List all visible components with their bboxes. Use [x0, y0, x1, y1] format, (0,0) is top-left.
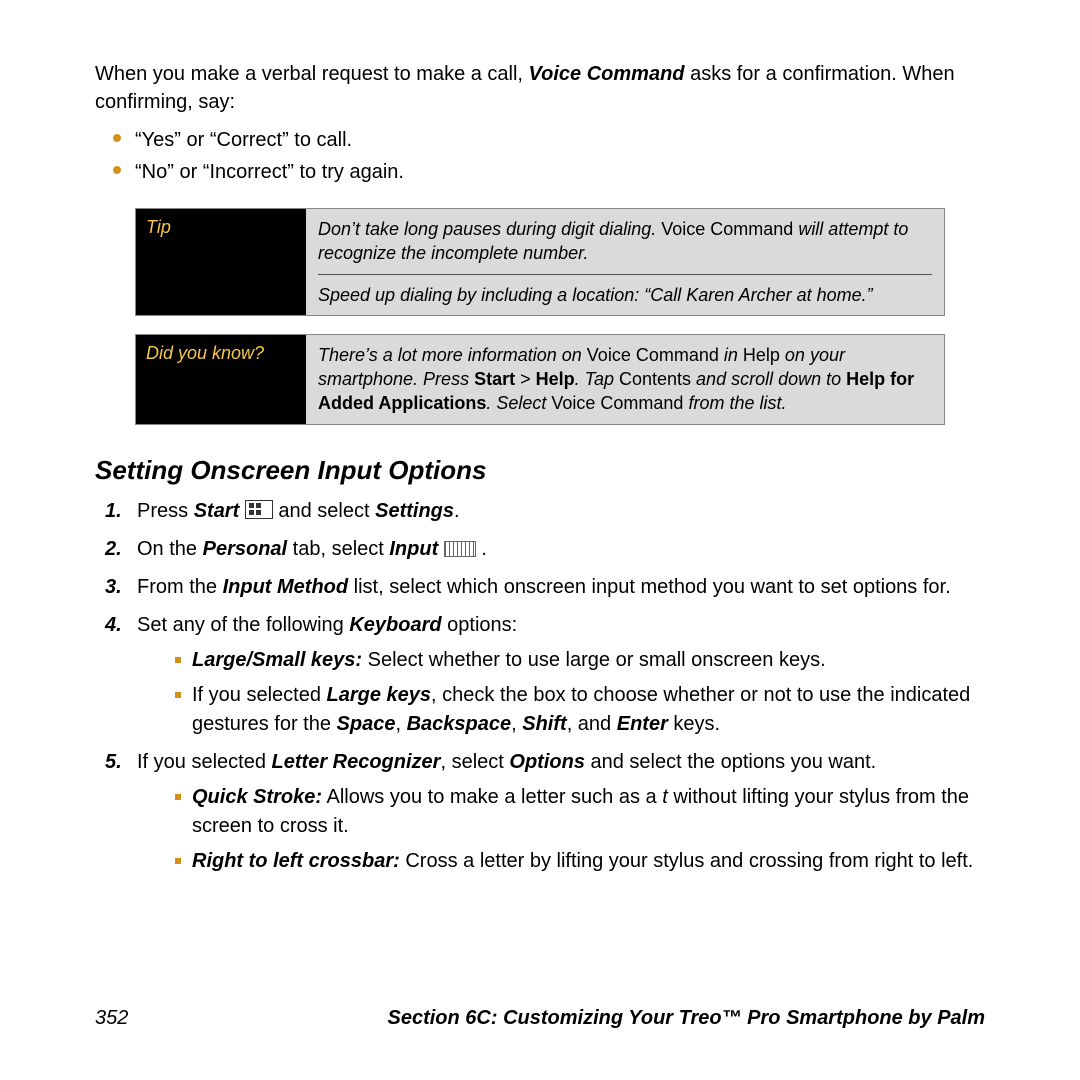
step5-sub2: Right to left crossbar: Cross a letter b…	[137, 847, 985, 876]
dyk-row: There’s a lot more information on Voice …	[306, 335, 944, 424]
step4-sub1: Large/Small keys: Select whether to use …	[137, 646, 985, 675]
sub-text: Allows you to make a letter such as a	[322, 786, 662, 808]
tip-voice-command: Voice Command	[661, 219, 793, 239]
dyk-text: . Select	[486, 393, 551, 413]
step-text: From the	[137, 576, 223, 598]
step-text: .	[454, 500, 460, 522]
dyk-text: in	[719, 345, 743, 365]
step-text: list, select which onscreen input method…	[348, 576, 951, 598]
step5-sub1: Quick Stroke: Allows you to make a lette…	[137, 783, 985, 841]
sub-text: Cross a letter by lifting your stylus an…	[400, 850, 974, 872]
didyouknow-callout: Did you know? There’s a lot more informa…	[135, 334, 945, 425]
dyk-body: There’s a lot more information on Voice …	[306, 335, 944, 424]
intro-text: When you make a verbal request to make a…	[95, 63, 529, 85]
step-text: .	[476, 538, 487, 560]
confirm-list: “Yes” or “Correct” to call. “No” or “Inc…	[95, 124, 985, 188]
confirm-yes: “Yes” or “Correct” to call.	[95, 124, 985, 156]
step-inputmethod: Input Method	[223, 576, 349, 598]
key-shift: Shift	[522, 713, 566, 735]
step-start: Start	[194, 500, 240, 522]
intro-voice-command: Voice Command	[529, 63, 685, 85]
dyk-term: Voice Command	[551, 393, 683, 413]
start-icon	[245, 500, 273, 519]
key-backspace: Backspace	[407, 713, 512, 735]
step-settings: Settings	[375, 500, 454, 522]
step-2: On the Personal tab, select Input .	[95, 534, 985, 564]
sub-text: ,	[511, 713, 522, 735]
step4-sub2: If you selected Large keys, check the bo…	[137, 681, 985, 739]
section-heading: Setting Onscreen Input Options	[95, 455, 985, 486]
sub-text: , and	[567, 713, 617, 735]
step-text: Press	[137, 500, 194, 522]
step-personal: Personal	[203, 538, 287, 560]
step5-sublist: Quick Stroke: Allows you to make a lette…	[137, 783, 985, 876]
dyk-text: and scroll down to	[691, 369, 846, 389]
dyk-text: >	[515, 369, 536, 389]
step-5: If you selected Letter Recognizer, selec…	[95, 747, 985, 876]
dyk-text: There’s a lot more information on	[318, 345, 587, 365]
steps-list: Press Start and select Settings. On the …	[95, 496, 985, 876]
dyk-label: Did you know?	[136, 335, 306, 424]
opt-largesmall: Large/Small keys:	[192, 649, 362, 671]
step-input: Input	[389, 538, 438, 560]
dyk-term: Help	[536, 369, 575, 389]
section-title: Section 6C: Customizing Your Treo™ Pro S…	[388, 1007, 986, 1030]
step-text: tab, select	[287, 538, 389, 560]
step-text: If you selected	[137, 751, 272, 773]
confirm-no: “No” or “Incorrect” to try again.	[95, 156, 985, 188]
step4-sublist: Large/Small keys: Select whether to use …	[137, 646, 985, 739]
dyk-term: Help	[743, 345, 780, 365]
key-enter: Enter	[617, 713, 668, 735]
tip-body: Don’t take long pauses during digit dial…	[306, 209, 944, 315]
step-keyboard: Keyboard	[349, 614, 441, 636]
dyk-term: Voice Command	[587, 345, 719, 365]
step-4: Set any of the following Keyboard option…	[95, 610, 985, 739]
opt-rtlcrossbar: Right to left crossbar:	[192, 850, 400, 872]
step-text: On the	[137, 538, 203, 560]
step-1: Press Start and select Settings.	[95, 496, 985, 526]
tip-callout: Tip Don’t take long pauses during digit …	[135, 208, 945, 316]
step-text: Set any of the following	[137, 614, 349, 636]
step-3: From the Input Method list, select which…	[95, 572, 985, 602]
dyk-term: Start	[474, 369, 515, 389]
opt-largekeys: Large keys	[327, 684, 432, 706]
opt-quickstroke: Quick Stroke:	[192, 786, 322, 808]
dyk-text: . Tap	[575, 369, 619, 389]
sub-text: If you selected	[192, 684, 327, 706]
opt-letterrecognizer: Letter Recognizer	[272, 751, 441, 773]
sub-text: Select whether to use large or small ons…	[362, 649, 826, 671]
intro-paragraph: When you make a verbal request to make a…	[95, 60, 985, 116]
keyboard-icon	[444, 541, 476, 557]
step-text: , select	[440, 751, 509, 773]
step-text: options:	[442, 614, 518, 636]
key-space: Space	[337, 713, 396, 735]
tip-row-1: Don’t take long pauses during digit dial…	[306, 209, 944, 274]
dyk-term: Contents	[619, 369, 691, 389]
page-number: 352	[95, 1007, 128, 1030]
tip-row-2: Speed up dialing by including a location…	[306, 275, 944, 315]
manual-page: When you make a verbal request to make a…	[0, 0, 1080, 924]
tip-label: Tip	[136, 209, 306, 315]
step-text: and select	[273, 500, 375, 522]
tip-text: Don’t take long pauses during digit dial…	[318, 219, 661, 239]
dyk-text: from the list.	[683, 393, 786, 413]
sub-text: ,	[395, 713, 406, 735]
opt-options: Options	[509, 751, 585, 773]
sub-text: keys.	[668, 713, 720, 735]
page-footer: 352 Section 6C: Customizing Your Treo™ P…	[95, 1007, 985, 1030]
step-text: and select the options you want.	[585, 751, 876, 773]
